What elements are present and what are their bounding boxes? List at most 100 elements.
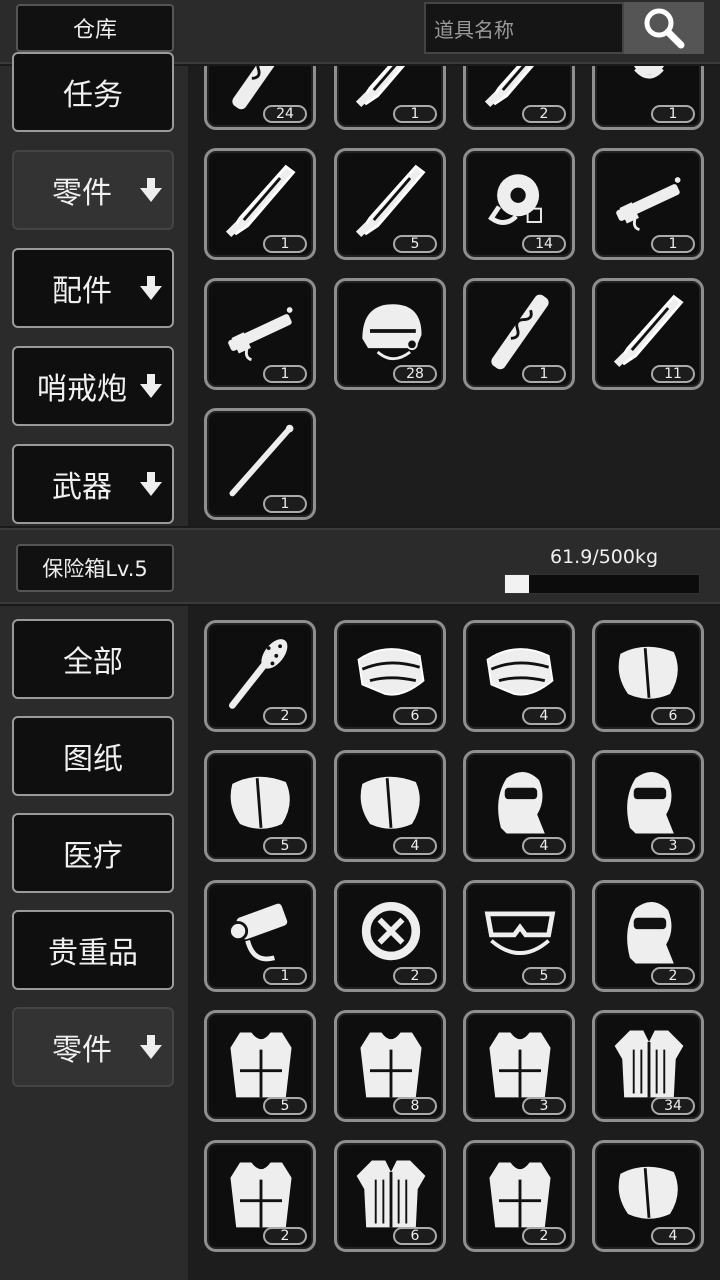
item-count-badge: 4 — [522, 837, 566, 855]
warehouse-category-1[interactable]: 零件 — [12, 150, 174, 230]
weight-bar — [504, 574, 700, 594]
category-label: 配件 — [52, 274, 112, 309]
category-label: 哨戒炮 — [37, 372, 127, 407]
tactical-vest-icon — [489, 1162, 551, 1228]
item-slot[interactable]: 8 — [334, 1010, 446, 1122]
warehouse-category-4[interactable]: 武器 — [12, 444, 174, 524]
category-label: 图纸 — [63, 742, 123, 777]
utility-vest-icon — [230, 1162, 292, 1228]
carved-staff-icon — [491, 294, 549, 370]
item-count-badge: 1 — [522, 365, 566, 383]
item-count-badge: 34 — [651, 1097, 695, 1115]
safebox-category-2[interactable]: 医疗 — [12, 813, 174, 893]
item-count-badge: 11 — [651, 365, 695, 383]
item-slot[interactable]: 6 — [334, 1140, 446, 1252]
item-slot[interactable]: 5 — [204, 750, 316, 862]
item-slot[interactable]: 1 — [204, 148, 316, 260]
helmet-icon — [362, 304, 422, 361]
item-count-badge: 2 — [263, 1227, 307, 1245]
safebox-category-1[interactable]: 图纸 — [12, 716, 174, 796]
safebox-category-4[interactable]: 零件 — [12, 1007, 174, 1087]
item-count-badge: 14 — [522, 235, 566, 253]
item-slot[interactable]: 1 — [334, 66, 446, 130]
item-slot[interactable]: 5 — [463, 880, 575, 992]
item-slot[interactable]: 1 — [592, 66, 704, 130]
item-slot[interactable]: 6 — [592, 620, 704, 732]
item-slot[interactable]: 3 — [592, 750, 704, 862]
item-count-badge: 2 — [522, 1227, 566, 1245]
circular-saw-icon — [488, 174, 542, 225]
item-count-badge: 4 — [522, 707, 566, 725]
camera-rig-icon — [228, 903, 288, 962]
item-count-badge: 6 — [651, 707, 695, 725]
item-slot[interactable]: 1 — [204, 278, 316, 390]
rifle-part-icon — [228, 307, 293, 362]
white-vest-icon — [489, 1032, 551, 1098]
item-slot[interactable]: 34 — [592, 1010, 704, 1122]
item-count-badge: 28 — [393, 365, 437, 383]
category-label: 任务 — [63, 78, 123, 113]
item-count-badge: 3 — [522, 1097, 566, 1115]
category-label: 医疗 — [63, 839, 123, 874]
item-slot[interactable]: 1 — [592, 148, 704, 260]
item-slot[interactable]: 4 — [463, 750, 575, 862]
padded-hood-icon — [498, 771, 545, 834]
spiked-club-icon — [229, 639, 288, 709]
item-slot[interactable]: 5 — [204, 1010, 316, 1122]
knee-pad-icon — [618, 1166, 678, 1219]
weight-readout: 61.9/500kg — [550, 546, 659, 568]
striped-jacket-icon — [614, 1030, 684, 1098]
warehouse-category-3[interactable]: 哨戒炮 — [12, 346, 174, 426]
item-slot[interactable]: 1 — [204, 408, 316, 520]
item-slot[interactable]: 4 — [334, 750, 446, 862]
item-count-badge: 2 — [651, 967, 695, 985]
item-count-badge: 1 — [263, 235, 307, 253]
item-count-badge: 24 — [263, 105, 307, 123]
item-count-badge: 3 — [651, 837, 695, 855]
item-slot[interactable]: 2 — [463, 66, 575, 130]
plate-carrier-icon — [230, 1032, 292, 1098]
item-slot[interactable]: 28 — [334, 278, 446, 390]
search-button[interactable] — [624, 2, 704, 54]
item-count-badge: 5 — [522, 967, 566, 985]
category-label: 全部 — [63, 645, 123, 680]
item-slot[interactable]: 3 — [463, 1010, 575, 1122]
item-slot[interactable]: 24 — [204, 66, 316, 130]
weight-bar-fill — [505, 575, 530, 593]
item-slot[interactable]: 2 — [204, 620, 316, 732]
item-slot[interactable]: 11 — [592, 278, 704, 390]
safebox-title: 保险箱Lv.5 — [16, 544, 174, 592]
studded-pad-icon — [230, 776, 290, 829]
item-count-badge: 6 — [393, 1227, 437, 1245]
safebox-category-3[interactable]: 贵重品 — [12, 910, 174, 990]
warehouse-category-0[interactable]: 任务 — [12, 52, 174, 132]
item-slot[interactable]: 2 — [334, 880, 446, 992]
arrow-down-icon — [140, 374, 162, 398]
item-count-badge: 5 — [263, 1097, 307, 1115]
item-slot[interactable]: 2 — [592, 880, 704, 992]
item-count-badge: 1 — [393, 105, 437, 123]
item-slot[interactable]: 14 — [463, 148, 575, 260]
item-slot[interactable]: 1 — [204, 880, 316, 992]
metal-rod-icon — [229, 424, 294, 497]
item-slot[interactable]: 4 — [463, 620, 575, 732]
arrow-down-icon — [140, 1035, 162, 1059]
item-count-badge: 4 — [651, 1227, 695, 1245]
item-count-badge: 2 — [393, 967, 437, 985]
arrow-down-icon — [140, 178, 162, 202]
tab-warehouse[interactable]: 仓库 — [16, 4, 174, 52]
item-slot[interactable]: 5 — [334, 148, 446, 260]
item-slot[interactable]: 6 — [334, 620, 446, 732]
warehouse-category-2[interactable]: 配件 — [12, 248, 174, 328]
item-count-badge: 2 — [263, 707, 307, 725]
safebox-category-0[interactable]: 全部 — [12, 619, 174, 699]
machete-icon — [613, 294, 684, 368]
item-slot[interactable]: 1 — [463, 278, 575, 390]
arrow-down-icon — [140, 472, 162, 496]
search-input[interactable]: 道具名称 — [424, 2, 624, 54]
item-slot[interactable]: 2 — [463, 1140, 575, 1252]
goggles-icon — [484, 911, 556, 955]
shoulder-pad-icon — [618, 646, 678, 699]
item-slot[interactable]: 2 — [204, 1140, 316, 1252]
item-slot[interactable]: 4 — [592, 1140, 704, 1252]
